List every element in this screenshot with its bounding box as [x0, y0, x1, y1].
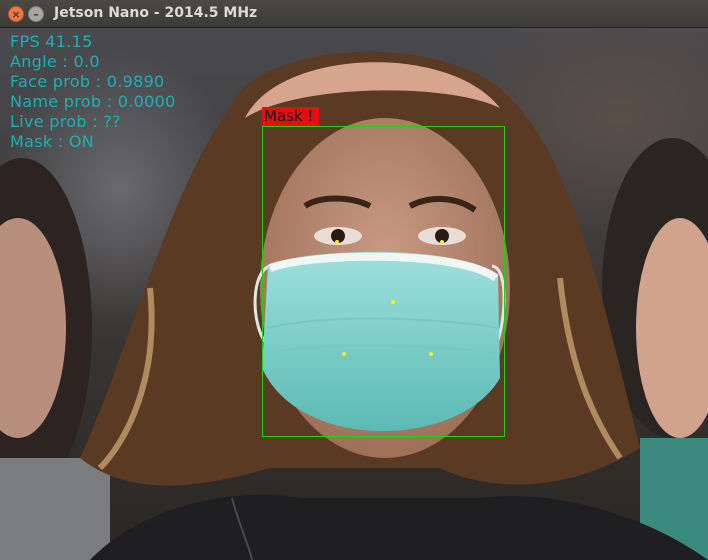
- landmark-left-eye: [335, 240, 339, 244]
- background-person-left: [0, 158, 110, 560]
- app-window: × – Jetson Nano - 2014.5 MHz FPS 41.15 A…: [0, 0, 708, 560]
- subject-clothing: [90, 494, 708, 560]
- background-person-right: [602, 138, 708, 560]
- minimize-button[interactable]: –: [28, 6, 44, 22]
- name-prob-readout: Name prob : 0.0000: [10, 92, 176, 111]
- landmark-mouth-right: [429, 352, 433, 356]
- mask-detection-label: Mask !: [262, 107, 320, 126]
- face-prob-readout: Face prob : 0.9890: [10, 72, 165, 91]
- title-bar[interactable]: × – Jetson Nano - 2014.5 MHz: [0, 0, 708, 28]
- angle-readout: Angle : 0.0: [10, 52, 100, 71]
- minimize-icon: –: [33, 7, 39, 21]
- live-prob-readout: Live prob : ??: [10, 112, 121, 131]
- close-button[interactable]: ×: [8, 6, 24, 22]
- close-icon: ×: [11, 7, 21, 21]
- landmark-nose: [391, 300, 395, 304]
- mask-status-readout: Mask : ON: [10, 132, 95, 151]
- window-title: Jetson Nano - 2014.5 MHz: [54, 5, 258, 21]
- face-bounding-box: [262, 126, 505, 437]
- fps-readout: FPS 41.15: [10, 32, 93, 51]
- landmark-right-eye: [440, 240, 444, 244]
- landmark-mouth-left: [342, 352, 346, 356]
- camera-frame: FPS 41.15 Angle : 0.0 Face prob : 0.9890…: [0, 28, 708, 560]
